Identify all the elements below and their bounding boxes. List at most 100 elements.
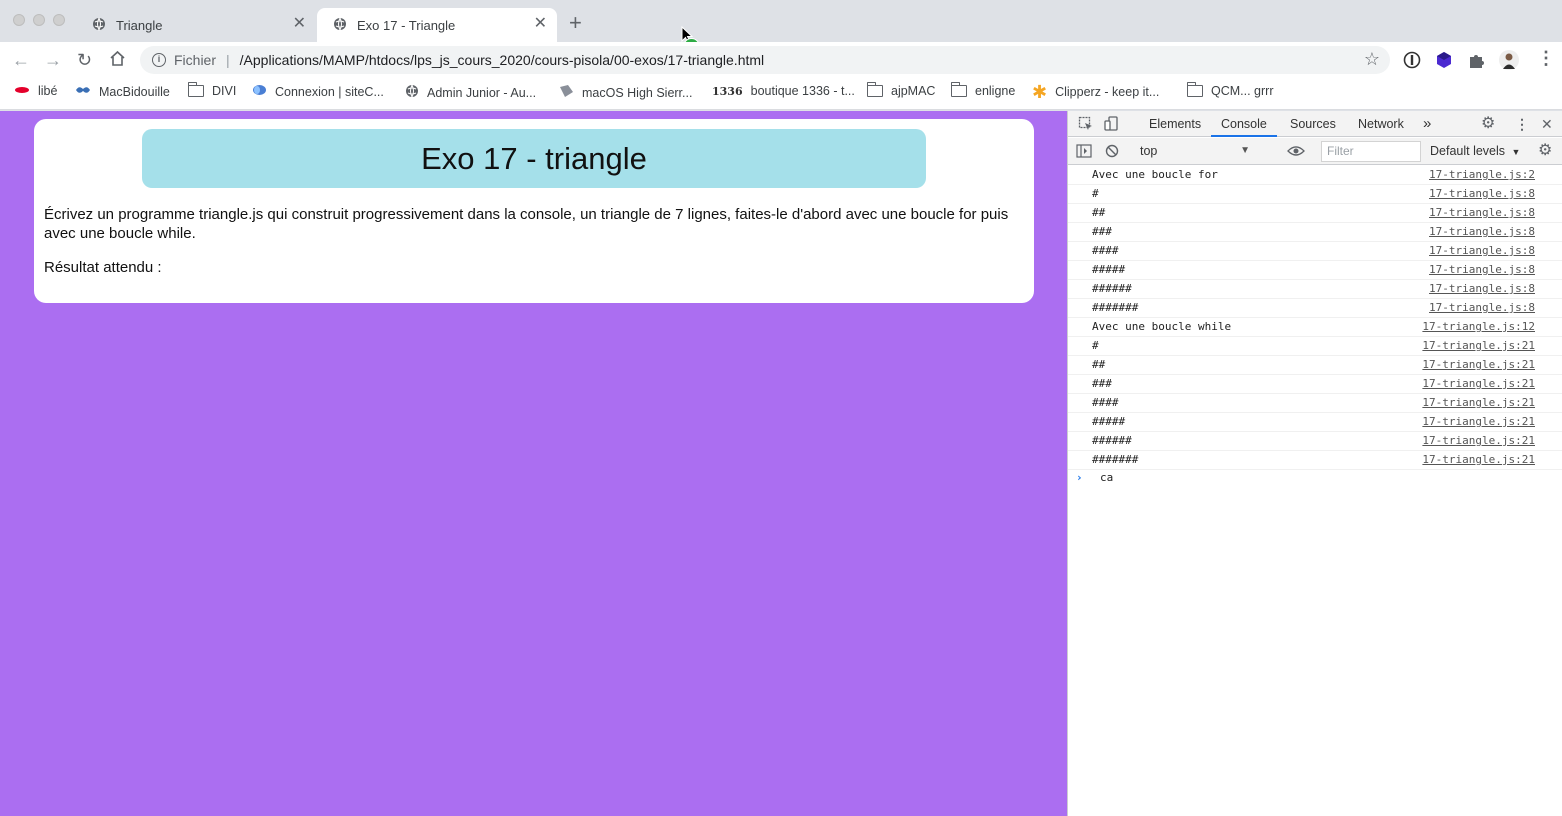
bookmark-label: boutique 1336 - t... <box>750 84 855 98</box>
tab-sources[interactable]: Sources <box>1290 111 1336 137</box>
tab-title: Triangle <box>116 17 163 33</box>
home-icon[interactable] <box>109 50 126 71</box>
console-source-link[interactable]: 17-triangle.js:12 <box>1422 318 1535 336</box>
site-icon <box>252 84 267 99</box>
info-icon[interactable]: i <box>152 53 166 67</box>
console-log-row: #17-triangle.js:21 <box>1068 337 1562 356</box>
tab-elements[interactable]: Elements <box>1149 111 1201 137</box>
url-scheme: Fichier <box>174 52 217 68</box>
bookmark-label: QCM... grrr <box>1211 84 1274 98</box>
clear-console-icon[interactable] <box>1105 144 1119 158</box>
console-source-link[interactable]: 17-triangle.js:21 <box>1422 394 1535 412</box>
extensions-puzzle-icon[interactable] <box>1467 51 1485 69</box>
bookmark-boutique[interactable]: 1336 boutique 1336 - t... <box>712 84 855 98</box>
bookmark-label: macOS High Sierr... <box>582 85 693 100</box>
tab-triangle[interactable]: Triangle ✕ <box>76 8 316 42</box>
tab-exo17[interactable]: Exo 17 - Triangle ✕ <box>317 8 557 42</box>
bookmark-enligne[interactable]: enligne <box>950 82 1015 98</box>
settings-gear-icon[interactable]: ⚙ <box>1481 116 1495 132</box>
sidebar-toggle-icon[interactable] <box>1076 144 1092 158</box>
console-log-row: ##### 17-triangle.js:8 <box>1068 261 1562 280</box>
console-message: # <box>1092 339 1099 352</box>
console-input[interactable]: ca <box>1100 468 1113 488</box>
dropdown-arrow-icon: ▼ <box>1240 145 1250 156</box>
console-source-link[interactable]: 17-triangle.js:21 <box>1422 356 1535 374</box>
console-log-row: #### 17-triangle.js:8 <box>1068 242 1562 261</box>
new-tab-button[interactable]: + <box>569 12 582 34</box>
device-toolbar-icon[interactable] <box>1104 116 1120 132</box>
bookmark-macos[interactable]: macOS High Sierr... <box>558 84 692 101</box>
log-levels-dropdown[interactable]: Default levels ▼ <box>1430 141 1520 162</box>
console-message: ## <box>1092 206 1106 219</box>
more-tabs-icon[interactable]: » <box>1423 111 1431 137</box>
bookmark-qcm[interactable]: QCM... grrr <box>1186 82 1274 98</box>
address-bar[interactable]: i Fichier | /Applications/MAMP/htdocs/lp… <box>140 46 1390 74</box>
console-log-row: ## 17-triangle.js:21 <box>1068 356 1562 375</box>
back-icon[interactable]: ← <box>12 50 30 70</box>
tab-network[interactable]: Network <box>1358 111 1404 137</box>
inspect-element-icon[interactable] <box>1078 116 1094 132</box>
console-log-row: ### 17-triangle.js:8 <box>1068 223 1562 242</box>
console-message: ### <box>1092 377 1112 390</box>
star-icon: ✱ <box>1032 82 1048 102</box>
hexagon-extension-icon[interactable] <box>1435 51 1453 69</box>
close-tab-icon[interactable]: ✕ <box>534 16 547 32</box>
close-devtools-icon[interactable]: ✕ <box>1541 116 1553 132</box>
console-source-link[interactable]: 17-triangle.js:8 <box>1429 261 1535 279</box>
context-selector[interactable]: top ▼ <box>1130 141 1256 161</box>
bookmark-label: libé <box>38 84 58 98</box>
bookmark-ajpmac[interactable]: ajpMAC <box>866 82 935 98</box>
forward-icon[interactable]: → <box>44 50 62 70</box>
bookmark-clipperz[interactable]: ✱ Clipperz - keep it... <box>1032 82 1159 102</box>
console-source-link[interactable]: 17-triangle.js:21 <box>1422 337 1535 355</box>
close-window-button[interactable] <box>13 14 25 26</box>
console-source-link[interactable]: 17-triangle.js:8 <box>1429 280 1535 298</box>
devtools-panel: Elements Console Sources Network » ⚙ ⋮ ✕… <box>1067 111 1562 816</box>
console-message: ####### <box>1092 301 1139 314</box>
console-source-link[interactable]: 17-triangle.js:8 <box>1429 204 1535 222</box>
close-tab-icon[interactable]: ✕ <box>293 16 306 32</box>
console-log-row: #### 17-triangle.js:21 <box>1068 394 1562 413</box>
console-prompt[interactable]: › ca <box>1068 468 1562 488</box>
bookmark-label: MacBidouille <box>99 84 170 99</box>
console-message: #### <box>1092 244 1119 257</box>
reload-icon[interactable]: ↻ <box>77 50 92 70</box>
boutique-icon: 1336 <box>712 84 743 98</box>
console-filter-input[interactable]: Filter <box>1321 141 1421 162</box>
console-source-link[interactable]: 17-triangle.js:8 <box>1429 223 1535 241</box>
console-source-link[interactable]: 17-triangle.js:21 <box>1422 451 1535 469</box>
tab-console[interactable]: Console <box>1211 111 1277 137</box>
console-message: Avec une boucle while <box>1092 320 1232 333</box>
console-source-link[interactable]: 17-triangle.js:21 <box>1422 375 1535 393</box>
console-output: Avec une boucle for 17-triangle.js:2 #17-t… <box>1068 166 1562 470</box>
zoom-window-button[interactable] <box>53 14 65 26</box>
bookmark-star-icon[interactable]: ☆ <box>1364 49 1380 70</box>
bookmark-admin-junior[interactable]: Admin Junior - Au... <box>405 84 536 101</box>
console-source-link[interactable]: 17-triangle.js:8 <box>1429 299 1535 317</box>
console-source-link[interactable]: 17-triangle.js:8 <box>1429 242 1535 260</box>
console-source-link[interactable]: 17-triangle.js:21 <box>1422 432 1535 450</box>
prompt-caret-icon: › <box>1076 471 1083 484</box>
console-log-row: ## 17-triangle.js:8 <box>1068 204 1562 223</box>
bookmark-macbidouille[interactable]: MacBidouille <box>75 84 170 99</box>
console-source-link[interactable]: 17-triangle.js:2 <box>1429 166 1535 184</box>
live-expression-eye-icon[interactable] <box>1287 145 1305 157</box>
console-toolbar: top ▼ Filter Default levels ▼ ⚙ <box>1068 138 1562 165</box>
globe-icon <box>405 84 419 101</box>
menu-kebab-icon[interactable]: ⋮ <box>1537 48 1555 68</box>
folder-icon <box>1186 82 1203 97</box>
expected-result-label: Résultat attendu : <box>44 259 162 276</box>
minimize-window-button[interactable] <box>33 14 45 26</box>
bookmark-libe[interactable]: libé <box>14 84 57 98</box>
profile-avatar[interactable] <box>1499 50 1519 70</box>
console-source-link[interactable]: 17-triangle.js:8 <box>1429 185 1535 203</box>
console-message: ####### <box>1092 453 1139 466</box>
console-source-link[interactable]: 17-triangle.js:21 <box>1422 413 1535 431</box>
macos-icon <box>558 84 574 101</box>
devtools-menu-icon[interactable]: ⋮ <box>1515 116 1529 132</box>
bookmark-connexion[interactable]: Connexion | siteC... <box>252 84 384 99</box>
bookmark-divi[interactable]: DIVI <box>187 82 236 98</box>
console-settings-gear-icon[interactable]: ⚙ <box>1538 143 1552 159</box>
context-value: top <box>1140 144 1158 158</box>
password-extension-icon[interactable] <box>1403 51 1421 69</box>
